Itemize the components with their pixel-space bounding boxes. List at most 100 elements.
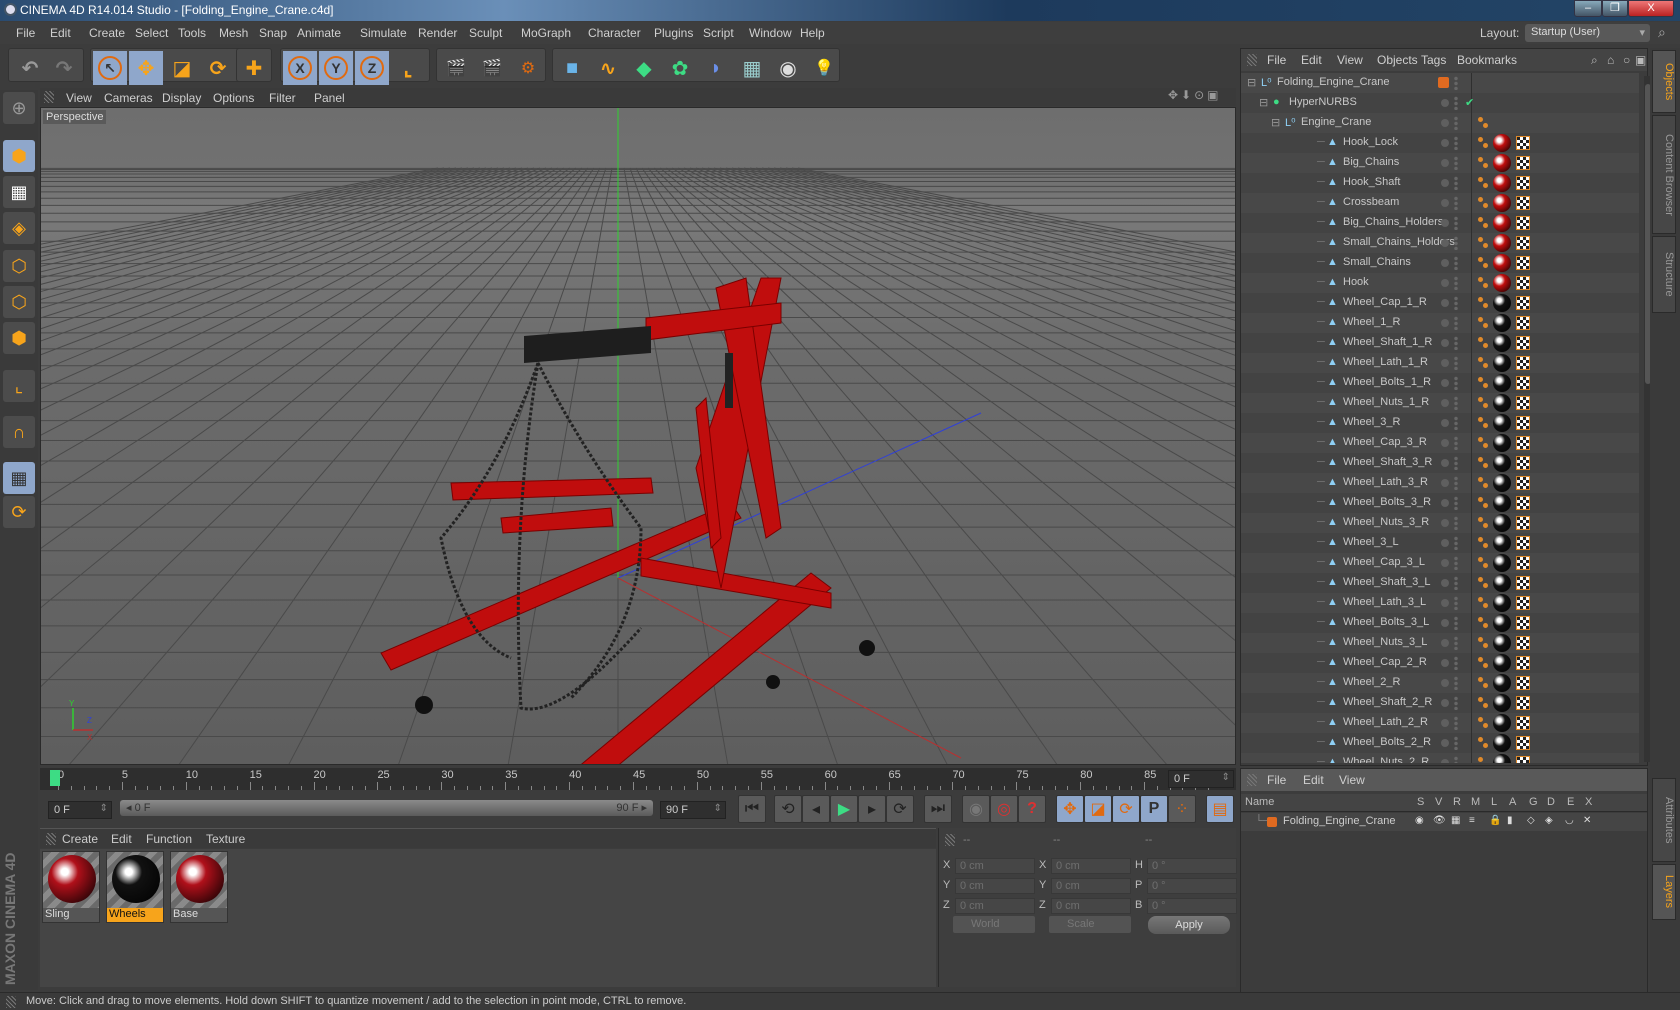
scale-tool-icon[interactable]: ◪ bbox=[165, 51, 199, 85]
texture-tag-icon[interactable] bbox=[1516, 336, 1530, 350]
texture-tag-icon[interactable] bbox=[1516, 556, 1530, 570]
coord-pos-z-field[interactable]: 0 cm bbox=[955, 898, 1035, 914]
texture-tag-icon[interactable] bbox=[1516, 156, 1530, 170]
render-visibility-dots[interactable] bbox=[1454, 576, 1458, 590]
object-row[interactable]: ⊟ ● HyperNURBS ✔ bbox=[1241, 93, 1639, 113]
material-tag-icon[interactable] bbox=[1493, 414, 1511, 432]
render-visibility-dots[interactable] bbox=[1454, 296, 1458, 310]
texture-tag-icon[interactable] bbox=[1516, 496, 1530, 510]
texture-tag-icon[interactable] bbox=[1516, 636, 1530, 650]
menu-simulate[interactable]: Simulate bbox=[360, 26, 407, 40]
material-tag-icon[interactable] bbox=[1493, 394, 1511, 412]
phong-tag-icon[interactable] bbox=[1477, 216, 1491, 230]
editor-visibility-dot[interactable] bbox=[1441, 319, 1449, 327]
object-row[interactable]: ─ ▲ Wheel_3_L bbox=[1241, 533, 1639, 553]
coord-size-y-field[interactable]: 0 cm bbox=[1051, 878, 1131, 894]
layer-menu-file[interactable]: File bbox=[1267, 773, 1286, 787]
editor-visibility-dot[interactable] bbox=[1441, 379, 1449, 387]
timeline-window-button[interactable]: ▤ bbox=[1206, 795, 1234, 823]
render-visibility-dots[interactable] bbox=[1454, 656, 1458, 670]
end-frame-field[interactable]: 90 F bbox=[660, 801, 726, 819]
phong-tag-icon[interactable] bbox=[1477, 496, 1491, 510]
phong-tag-icon[interactable] bbox=[1477, 376, 1491, 390]
material-tag-icon[interactable] bbox=[1493, 714, 1511, 732]
phong-tag-icon[interactable] bbox=[1477, 156, 1491, 170]
texture-tag-icon[interactable] bbox=[1516, 256, 1530, 270]
om-new-window-icon[interactable]: ▣ bbox=[1635, 53, 1646, 67]
editor-visibility-dot[interactable] bbox=[1441, 499, 1449, 507]
deformer-icon[interactable]: ◗ bbox=[699, 51, 733, 85]
menu-plugins[interactable]: Plugins bbox=[654, 26, 693, 40]
texture-tag-icon[interactable] bbox=[1516, 356, 1530, 370]
object-row[interactable]: ─ ▲ Wheel_Lath_1_R bbox=[1241, 353, 1639, 373]
render-visibility-dots[interactable] bbox=[1454, 516, 1458, 530]
phong-tag-icon[interactable] bbox=[1477, 536, 1491, 550]
generators-icon[interactable]: ◇ bbox=[1527, 815, 1535, 826]
collapse-toggle-icon[interactable]: ⊟ bbox=[1259, 96, 1268, 109]
editor-visibility-dot[interactable] bbox=[1441, 559, 1449, 567]
object-row[interactable]: ─ ▲ Wheel_3_R bbox=[1241, 413, 1639, 433]
key-parameter-button[interactable]: P bbox=[1140, 795, 1168, 823]
texture-tag-icon[interactable] bbox=[1516, 476, 1530, 490]
texture-tag-icon[interactable] bbox=[1516, 676, 1530, 690]
autokey-button[interactable]: ◎ bbox=[990, 795, 1018, 823]
editor-visibility-dot[interactable] bbox=[1441, 139, 1449, 147]
object-row[interactable]: ─ ▲ Wheel_Shaft_3_L bbox=[1241, 573, 1639, 593]
material-tag-icon[interactable] bbox=[1493, 134, 1511, 152]
phong-tag-icon[interactable] bbox=[1477, 176, 1491, 190]
coordinate-system-icon[interactable]: ⌞ bbox=[391, 51, 425, 85]
editor-visibility-dot[interactable] bbox=[1441, 339, 1449, 347]
om-menu-tags[interactable]: Tags bbox=[1421, 53, 1446, 67]
material-tag-icon[interactable] bbox=[1493, 574, 1511, 592]
viewport-menu-view[interactable]: View bbox=[66, 91, 92, 105]
menu-window[interactable]: Window bbox=[749, 26, 792, 40]
editor-visibility-dot[interactable] bbox=[1441, 219, 1449, 227]
side-tab-objects[interactable]: Objects bbox=[1652, 50, 1676, 113]
editor-visibility-dot[interactable] bbox=[1441, 439, 1449, 447]
start-frame-field[interactable]: 0 F bbox=[48, 801, 112, 819]
texture-tag-icon[interactable] bbox=[1516, 596, 1530, 610]
texture-tag-icon[interactable] bbox=[1516, 656, 1530, 670]
phong-tag-icon[interactable] bbox=[1477, 296, 1491, 310]
render-visibility-dots[interactable] bbox=[1454, 136, 1458, 150]
render-visibility-dots[interactable] bbox=[1454, 456, 1458, 470]
render-visibility-dots[interactable] bbox=[1454, 356, 1458, 370]
workplane-mode-icon[interactable]: ◈ bbox=[3, 212, 35, 244]
object-row[interactable]: ─ ▲ Wheel_Bolts_3_R bbox=[1241, 493, 1639, 513]
menu-create[interactable]: Create bbox=[89, 26, 125, 40]
material-swatch[interactable]: Sling bbox=[42, 851, 100, 923]
object-row[interactable]: ─ ▲ Wheel_Shaft_3_R bbox=[1241, 453, 1639, 473]
material-tag-icon[interactable] bbox=[1493, 494, 1511, 512]
phong-tag-icon[interactable] bbox=[1477, 736, 1491, 750]
object-row[interactable]: ─ ▲ Wheel_Lath_2_R bbox=[1241, 713, 1639, 733]
undo-button[interactable]: ↶ bbox=[13, 51, 47, 85]
editor-visibility-dot[interactable] bbox=[1441, 299, 1449, 307]
layer-row[interactable]: └─ Folding_Engine_Crane ◉ 👁 ▦ ≡ 🔒 ▮ ◇ ◈ ◡ ✕ bbox=[1241, 813, 1647, 831]
editor-visibility-dot[interactable] bbox=[1441, 739, 1449, 747]
live-selection-icon[interactable]: ✚ bbox=[237, 51, 271, 85]
prev-keyframe-button[interactable]: ⟲ bbox=[774, 795, 802, 823]
om-search-icon[interactable]: ⌕ bbox=[1591, 53, 1598, 68]
edges-mode-icon[interactable]: ⬡ bbox=[3, 286, 35, 318]
editor-visibility-dot[interactable] bbox=[1441, 599, 1449, 607]
material-swatch[interactable]: Base bbox=[170, 851, 228, 923]
restore-button[interactable]: ❐ bbox=[1602, 0, 1628, 17]
viewport-camera-label[interactable]: Perspective bbox=[43, 110, 107, 124]
editor-visibility-dot[interactable] bbox=[1441, 719, 1449, 727]
material-tag-icon[interactable] bbox=[1493, 174, 1511, 192]
material-tag-icon[interactable] bbox=[1493, 754, 1511, 763]
object-row[interactable]: ─ ▲ Wheel_Cap_3_L bbox=[1241, 553, 1639, 573]
phong-tag-icon[interactable] bbox=[1477, 696, 1491, 710]
next-keyframe-button[interactable]: ⟳ bbox=[886, 795, 914, 823]
keyframe-selection-button[interactable]: ? bbox=[1018, 795, 1046, 823]
editor-visibility-dot[interactable] bbox=[1441, 119, 1449, 127]
layer-color-icon[interactable] bbox=[1438, 77, 1449, 88]
render-view-icon[interactable]: 🎬 bbox=[439, 51, 473, 85]
viewport-menu-filter[interactable]: Filter bbox=[269, 91, 296, 105]
om-menu-edit[interactable]: Edit bbox=[1301, 53, 1322, 67]
om-menu-bookmarks[interactable]: Bookmarks bbox=[1457, 53, 1517, 67]
texture-tag-icon[interactable] bbox=[1516, 616, 1530, 630]
play-button[interactable]: ▶ bbox=[830, 795, 858, 823]
phong-tag-icon[interactable] bbox=[1477, 436, 1491, 450]
coord-rot-b-field[interactable]: 0 ° bbox=[1147, 898, 1237, 914]
